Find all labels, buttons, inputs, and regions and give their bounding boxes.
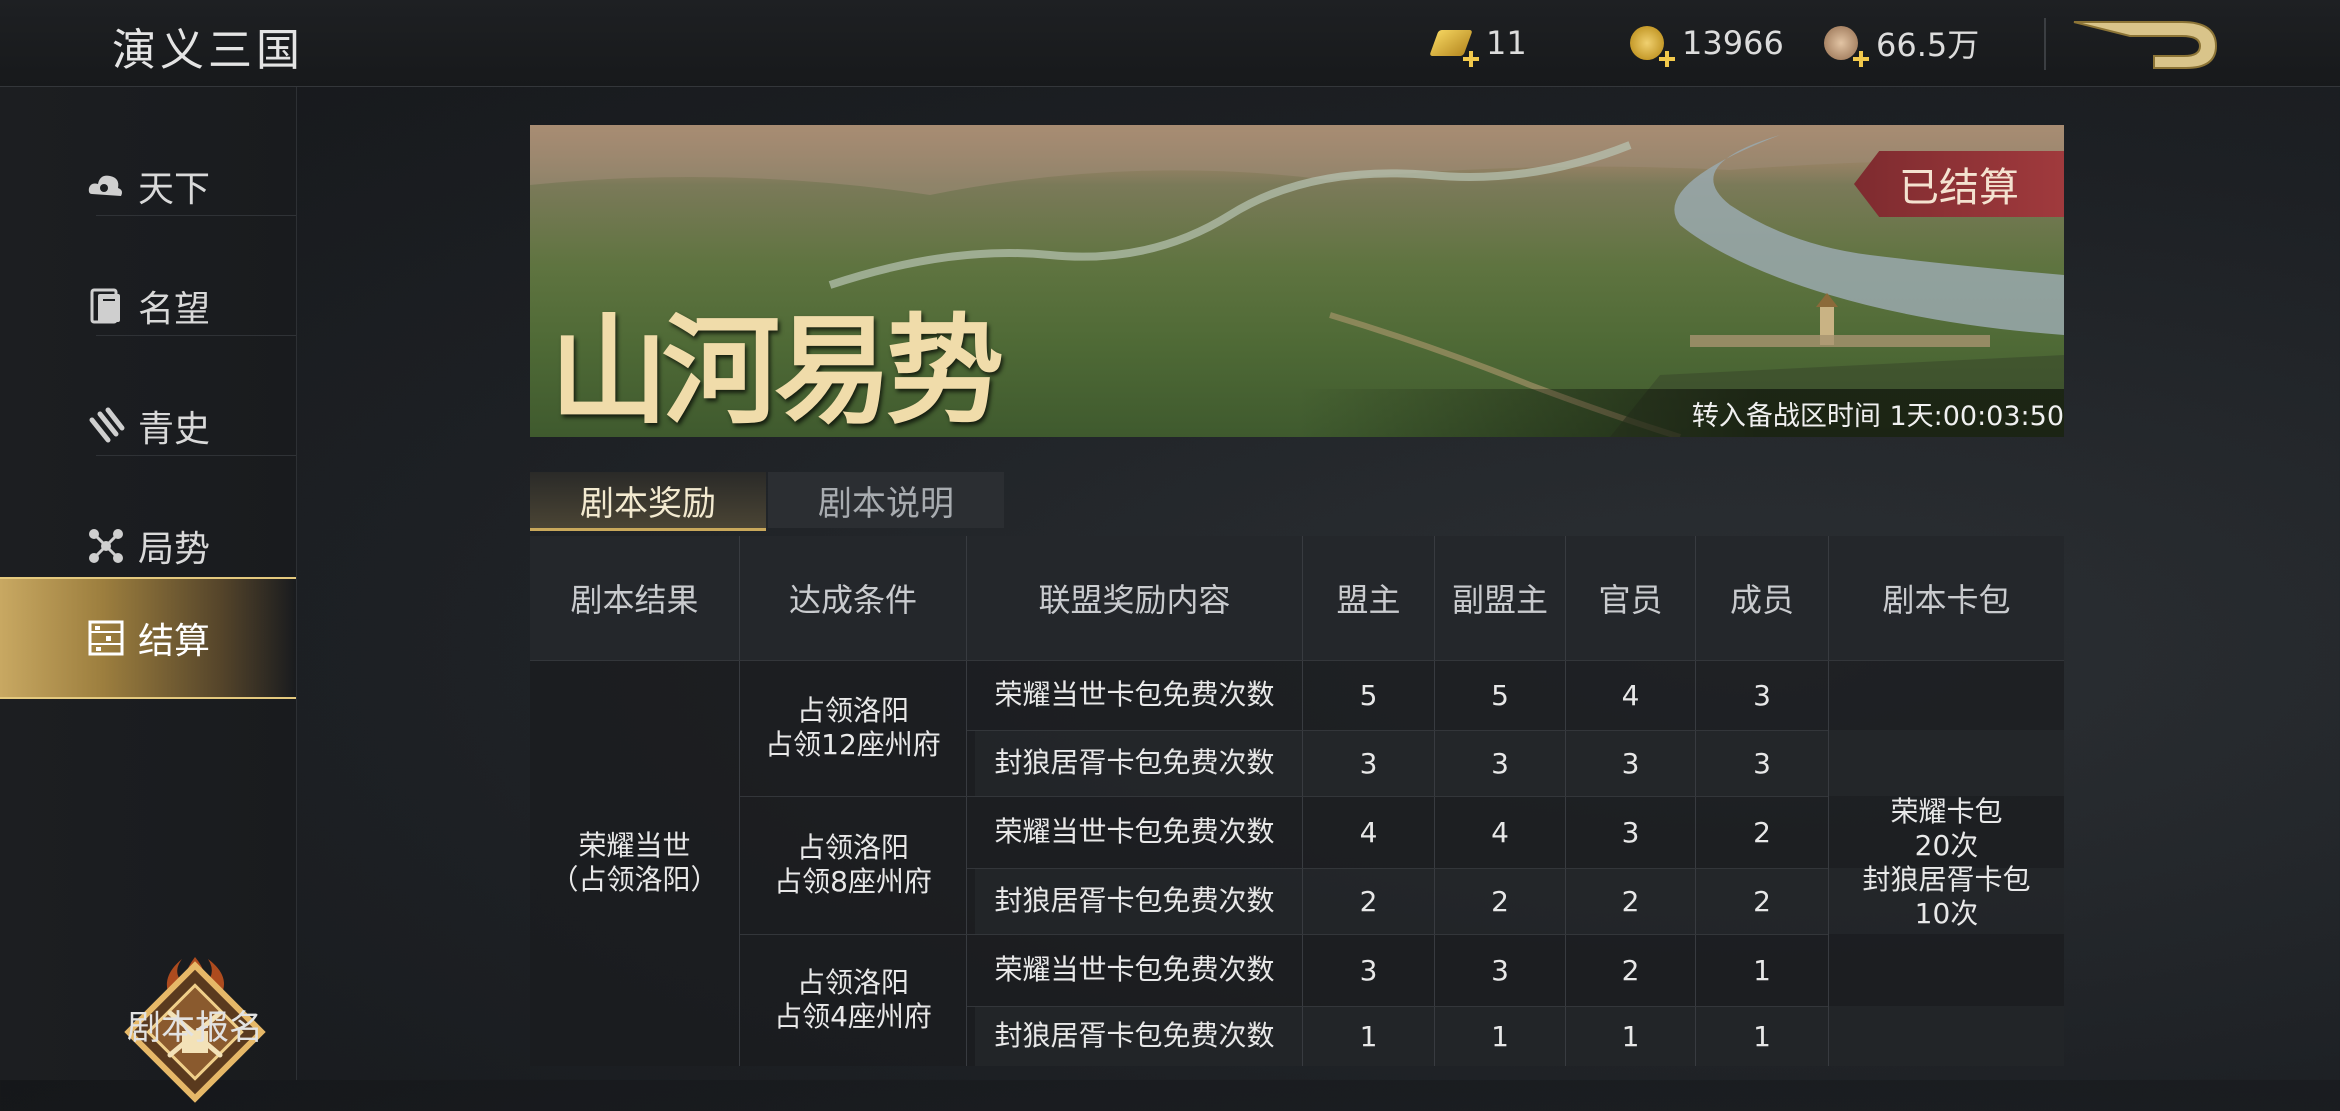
sidebar-item-reputation[interactable]: 名望	[0, 247, 296, 365]
resource-copper[interactable]: 66.5万	[1820, 20, 1980, 67]
copper-coin-icon	[1820, 20, 1869, 67]
tab-description[interactable]: 剧本说明	[768, 472, 1004, 528]
back-button[interactable]	[2070, 16, 2220, 72]
scroll-icon	[86, 406, 126, 446]
header-member: 成员	[1729, 581, 1794, 619]
value-cell: 3	[1753, 746, 1771, 780]
value-cell: 1	[1491, 1019, 1509, 1053]
value-cell: 5	[1491, 678, 1509, 712]
header-card-pack: 剧本卡包	[1882, 581, 2011, 619]
condition-cell: 占领洛阳 占领12座州府	[765, 694, 941, 761]
reward-cell: 荣耀当世卡包免费次数	[994, 953, 1275, 986]
resource-ticket-value: 11	[1486, 24, 1527, 62]
reward-cell: 封狼居胥卡包免费次数	[994, 746, 1275, 779]
reward-cell: 封狼居胥卡包免费次数	[994, 1019, 1275, 1052]
reward-cell: 荣耀当世卡包免费次数	[994, 678, 1275, 711]
cloud-icon	[86, 166, 126, 206]
sidebar-item-history[interactable]: 青史	[0, 367, 296, 485]
enroll-label[interactable]: 剧本报名	[0, 1000, 390, 1049]
value-cell: 3	[1491, 953, 1509, 987]
resource-gold[interactable]: 13966	[1626, 20, 1784, 67]
gold-coin-icon	[1626, 20, 1675, 67]
sidebar-item-label: 结算	[137, 621, 210, 662]
sidebar-item-settlement[interactable]: 结算	[0, 577, 296, 699]
value-cell: 3	[1753, 678, 1771, 712]
value-cell: 3	[1621, 746, 1640, 780]
tab-rewards[interactable]: 剧本奖励	[530, 472, 766, 531]
reward-cell: 荣耀当世卡包免费次数	[994, 815, 1275, 848]
value-cell: 2	[1359, 884, 1378, 918]
value-cell: 1	[1621, 1019, 1640, 1053]
table-header: 剧本结果 达成条件 联盟奖励内容 盟主 副盟主 官员 成员 剧本卡包	[530, 536, 2064, 660]
condition-cell: 占领洛阳 占领8座州府	[774, 831, 932, 898]
app-title: 演义三国	[112, 25, 304, 76]
resource-gold-value: 13966	[1682, 24, 1784, 62]
top-bar: 演义三国 11 13966 66.5万	[0, 0, 2340, 87]
top-divider	[2044, 18, 2046, 70]
value-cell: 2	[1621, 953, 1640, 987]
sidebar-divider	[96, 335, 296, 336]
header-leader: 盟主	[1336, 581, 1401, 619]
sidebar-item-label: 天下	[137, 169, 210, 210]
resource-copper-value: 66.5万	[1876, 26, 1980, 64]
condition-cell: 占领洛阳 占领4座州府	[774, 966, 932, 1033]
result-cell: 荣耀当世 （占领洛阳）	[550, 829, 719, 896]
value-cell: 2	[1621, 884, 1640, 918]
value-cell: 5	[1359, 678, 1378, 712]
tab-bar: 剧本奖励 剧本说明	[530, 472, 1004, 531]
value-cell: 4	[1621, 678, 1640, 712]
value-cell: 1	[1753, 953, 1771, 987]
value-cell: 2	[1753, 815, 1771, 849]
gold-ticket-icon	[1429, 20, 1479, 67]
sidebar-item-label: 青史	[137, 409, 210, 450]
header-deputy: 副盟主	[1451, 581, 1548, 619]
header-reward: 联盟奖励内容	[1038, 581, 1231, 619]
network-icon	[86, 526, 126, 566]
countdown-text: 转入备战区时间 1天:00:03:50	[1691, 401, 2064, 432]
value-cell: 1	[1359, 1019, 1378, 1053]
value-cell: 2	[1753, 884, 1771, 918]
value-cell: 3	[1491, 746, 1509, 780]
value-cell: 2	[1491, 884, 1509, 918]
sidebar-item-label: 局势	[137, 529, 210, 570]
reward-cell: 封狼居胥卡包免费次数	[994, 884, 1275, 917]
value-cell: 4	[1491, 815, 1509, 849]
value-cell: 1	[1753, 1019, 1771, 1053]
header-result: 剧本结果	[570, 581, 699, 619]
book-icon	[86, 286, 126, 326]
sidebar: 天下 名望 青史 局势 结算	[0, 87, 297, 1103]
value-cell: 3	[1621, 815, 1640, 849]
back-arrow-icon	[2073, 21, 2218, 69]
value-cell: 3	[1359, 953, 1378, 987]
header-condition: 达成条件	[788, 581, 917, 619]
reward-table: 剧本结果 达成条件 联盟奖励内容 盟主 副盟主 官员 成员 剧本卡包 荣耀当世 …	[530, 536, 2064, 1066]
settled-badge: 已结算	[1854, 151, 2064, 217]
abacus-icon	[86, 618, 126, 658]
sidebar-divider	[96, 215, 296, 216]
sidebar-item-world[interactable]: 天下	[0, 127, 296, 245]
sidebar-item-label: 名望	[137, 289, 210, 330]
header-officer: 官员	[1598, 581, 1663, 619]
resource-ticket[interactable]: 11	[1429, 20, 1527, 67]
card-pack-cell: 荣耀卡包 20次 封狼居胥卡包 10次	[1862, 795, 2031, 930]
scenario-banner: 山河易势 已结算 转入备战区时间 1天:00:03:50	[530, 125, 2064, 437]
value-cell: 4	[1359, 815, 1378, 849]
sidebar-divider	[96, 455, 296, 456]
value-cell: 3	[1359, 746, 1378, 780]
